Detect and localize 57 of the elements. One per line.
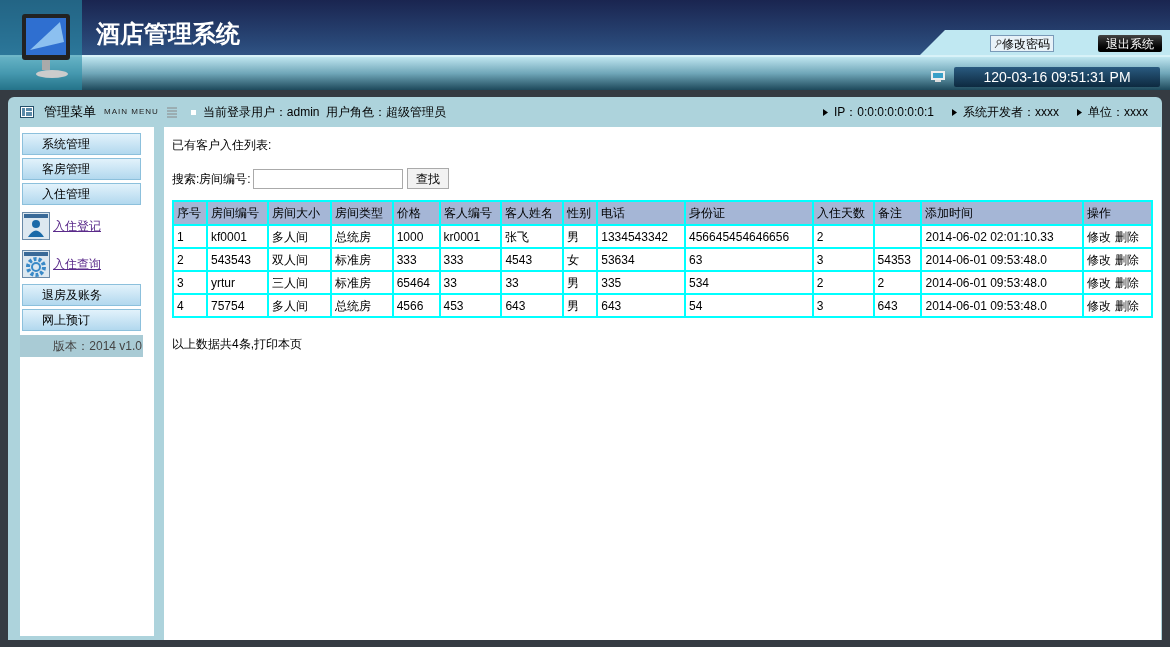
delete-link[interactable]: 删除 — [1115, 275, 1139, 290]
table-cell: 3 — [812, 294, 874, 317]
table-cell: 54 — [685, 294, 813, 317]
app-title: 酒店管理系统 — [96, 20, 240, 49]
menu-section-button[interactable]: 入住管理 — [22, 183, 141, 205]
menu-link[interactable]: 入住登记 — [53, 217, 101, 235]
edit-link[interactable]: 修改 — [1087, 252, 1111, 267]
delete-link[interactable]: 删除 — [1115, 229, 1139, 244]
table-cell: 2014-06-01 09:53:48.0 — [921, 294, 1083, 317]
search-field[interactable] — [252, 168, 403, 189]
table-cell: 4 — [173, 294, 207, 317]
menu-section-button[interactable]: 退房及账务 — [22, 284, 141, 306]
version-label: 版本：2014 v1.0 — [20, 335, 143, 357]
delete-link[interactable]: 删除 — [1115, 298, 1139, 313]
menu-subtitle: MAIN MENU — [104, 106, 159, 118]
summary-text: 以上数据共4条,打印本页 — [172, 336, 303, 353]
edit-link[interactable]: 修改 — [1087, 298, 1111, 313]
table-cell: 643 — [597, 294, 685, 317]
column-header: 添加时间 — [921, 201, 1083, 225]
table-cell: 4566 — [392, 294, 440, 317]
menu-section-button[interactable]: 系统管理 — [22, 133, 141, 155]
table-cell: 643 — [873, 294, 922, 317]
table-cell: 643 — [501, 294, 564, 317]
menu-handle-icon — [166, 106, 177, 118]
edit-link[interactable]: 修改 — [1087, 229, 1111, 244]
info-text: 单位：xxxx — [1088, 104, 1148, 121]
column-header: 序号 — [173, 201, 207, 225]
menu-section-button[interactable]: 客房管理 — [22, 158, 141, 180]
table-cell: 75754 — [206, 294, 268, 317]
arrow-icon — [1077, 108, 1082, 116]
table-cell: 453 — [439, 294, 502, 317]
bullet-icon — [190, 109, 196, 115]
search-label: 搜索:房间编号: — [172, 170, 251, 188]
info-text: 系统开发者：xxxx — [963, 104, 1059, 121]
arrow-icon — [952, 108, 957, 116]
menu-panel-icon — [20, 106, 34, 118]
arrow-icon — [822, 108, 828, 116]
key-icon — [994, 38, 1002, 49]
table-cell: 总统房 — [330, 294, 393, 317]
user-info: 当前登录用户：admin 用户角色：超级管理员 — [202, 104, 447, 121]
change-password-button[interactable]: 修改密码 — [990, 35, 1054, 52]
menu-section-button[interactable]: 网上预订 — [22, 309, 141, 331]
menu-link[interactable]: 入住查询 — [53, 255, 101, 273]
section-heading: 已有客户入住列表: — [172, 137, 273, 154]
info-text: IP：0:0:0:0:0:0:0:1 — [833, 104, 934, 121]
delete-link[interactable]: 删除 — [1115, 252, 1139, 267]
gear-icon — [22, 250, 50, 278]
users-icon — [22, 212, 50, 240]
menu-title: 管理菜单 — [44, 103, 96, 122]
logout-button[interactable]: 退出系统 — [1098, 35, 1162, 52]
search-button[interactable]: 查找 — [406, 168, 449, 189]
edit-link[interactable]: 修改 — [1087, 275, 1111, 290]
table-cell: 男 — [563, 294, 598, 317]
monitor-icon — [931, 71, 945, 82]
column-header: 身份证 — [685, 201, 813, 225]
clock-display: 120-03-16 09:51:31 PM — [954, 67, 1160, 87]
table-cell: 多人间 — [267, 294, 331, 317]
